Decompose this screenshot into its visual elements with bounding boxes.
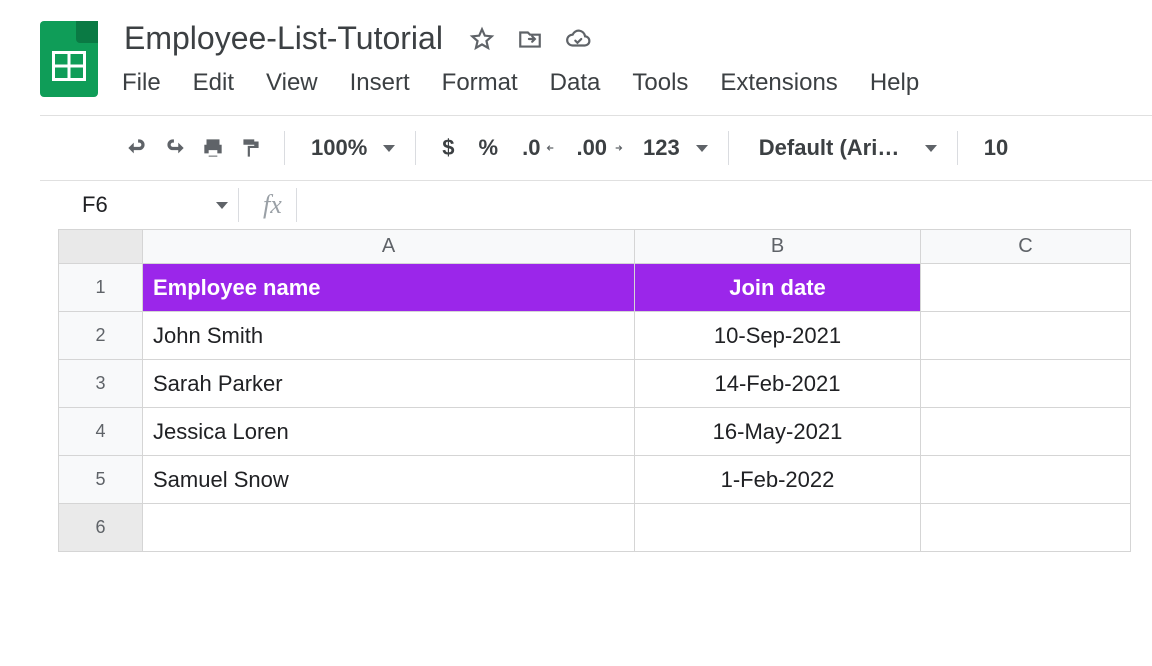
cell-A6[interactable] (143, 504, 635, 552)
zoom-dropdown[interactable]: 100% (299, 130, 401, 166)
chevron-down-icon (383, 145, 395, 152)
row-header-5[interactable]: 5 (59, 456, 143, 504)
cell-A3[interactable]: Sarah Parker (143, 360, 635, 408)
document-title[interactable]: Employee-List-Tutorial (120, 18, 447, 59)
chevron-down-icon (216, 202, 228, 209)
fx-icon: fx (249, 190, 296, 220)
column-header-A[interactable]: A (143, 230, 635, 264)
font-family-dropdown[interactable]: Default (Ari… (743, 130, 943, 166)
row-header-6[interactable]: 6 (59, 504, 143, 552)
cell-B3[interactable]: 14-Feb-2021 (635, 360, 921, 408)
font-size-input[interactable]: 10 (972, 130, 1020, 166)
cell-C5[interactable] (921, 456, 1131, 504)
increase-decimal-button[interactable]: .00 (564, 130, 631, 166)
name-box-value: F6 (82, 192, 108, 218)
cell-C2[interactable] (921, 312, 1131, 360)
decrease-decimal-button[interactable]: .0 (510, 130, 564, 166)
cell-B1[interactable]: Join date (635, 264, 921, 312)
column-header-C[interactable]: C (921, 230, 1131, 264)
move-to-folder-icon[interactable] (517, 26, 543, 52)
row-header-2[interactable]: 2 (59, 312, 143, 360)
font-family-value: Default (Ari… (753, 135, 906, 161)
print-button[interactable] (194, 130, 232, 166)
row-header-1[interactable]: 1 (59, 264, 143, 312)
cell-B2[interactable]: 10-Sep-2021 (635, 312, 921, 360)
cloud-saved-icon[interactable] (565, 26, 591, 52)
row-header-4[interactable]: 4 (59, 408, 143, 456)
menu-insert[interactable]: Insert (348, 67, 412, 99)
undo-button[interactable] (118, 130, 156, 166)
menu-tools[interactable]: Tools (630, 67, 690, 99)
redo-button[interactable] (156, 130, 194, 166)
more-formats-dropdown[interactable]: 123 (631, 130, 714, 166)
spreadsheet-grid[interactable]: A B C 1 Employee name Join date 2 John S… (58, 229, 1131, 552)
cell-A4[interactable]: Jessica Loren (143, 408, 635, 456)
separator (415, 131, 416, 165)
cell-C3[interactable] (921, 360, 1131, 408)
toolbar: 100% $ % .0 .00 123 Default (Ari… 10 (40, 116, 1152, 180)
zoom-value: 100% (305, 135, 373, 161)
formula-bar-cursor[interactable] (296, 188, 297, 222)
chevron-down-icon (925, 145, 937, 152)
cell-A5[interactable]: Samuel Snow (143, 456, 635, 504)
menu-format[interactable]: Format (440, 67, 520, 99)
menu-view[interactable]: View (264, 67, 320, 99)
chevron-down-icon (696, 145, 708, 152)
menubar: File Edit View Insert Format Data Tools … (120, 67, 921, 99)
cell-C6[interactable] (921, 504, 1131, 552)
separator (284, 131, 285, 165)
paint-format-button[interactable] (232, 130, 270, 166)
menu-edit[interactable]: Edit (191, 67, 236, 99)
separator (957, 131, 958, 165)
cell-A1[interactable]: Employee name (143, 264, 635, 312)
cell-B6[interactable] (635, 504, 921, 552)
sheets-logo[interactable] (40, 21, 98, 97)
cell-B5[interactable]: 1-Feb-2022 (635, 456, 921, 504)
row-header-3[interactable]: 3 (59, 360, 143, 408)
name-box[interactable]: F6 (58, 192, 238, 218)
format-percent-button[interactable]: % (467, 130, 511, 166)
select-all-corner[interactable] (59, 230, 143, 264)
menu-data[interactable]: Data (548, 67, 603, 99)
cell-A2[interactable]: John Smith (143, 312, 635, 360)
menu-file[interactable]: File (120, 67, 163, 99)
font-size-value: 10 (978, 135, 1014, 161)
separator (728, 131, 729, 165)
menu-help[interactable]: Help (868, 67, 921, 99)
cell-B4[interactable]: 16-May-2021 (635, 408, 921, 456)
star-icon[interactable] (469, 26, 495, 52)
cell-C1[interactable] (921, 264, 1131, 312)
menu-extensions[interactable]: Extensions (718, 67, 839, 99)
format-currency-button[interactable]: $ (430, 130, 466, 166)
separator (238, 188, 239, 222)
column-header-B[interactable]: B (635, 230, 921, 264)
cell-C4[interactable] (921, 408, 1131, 456)
